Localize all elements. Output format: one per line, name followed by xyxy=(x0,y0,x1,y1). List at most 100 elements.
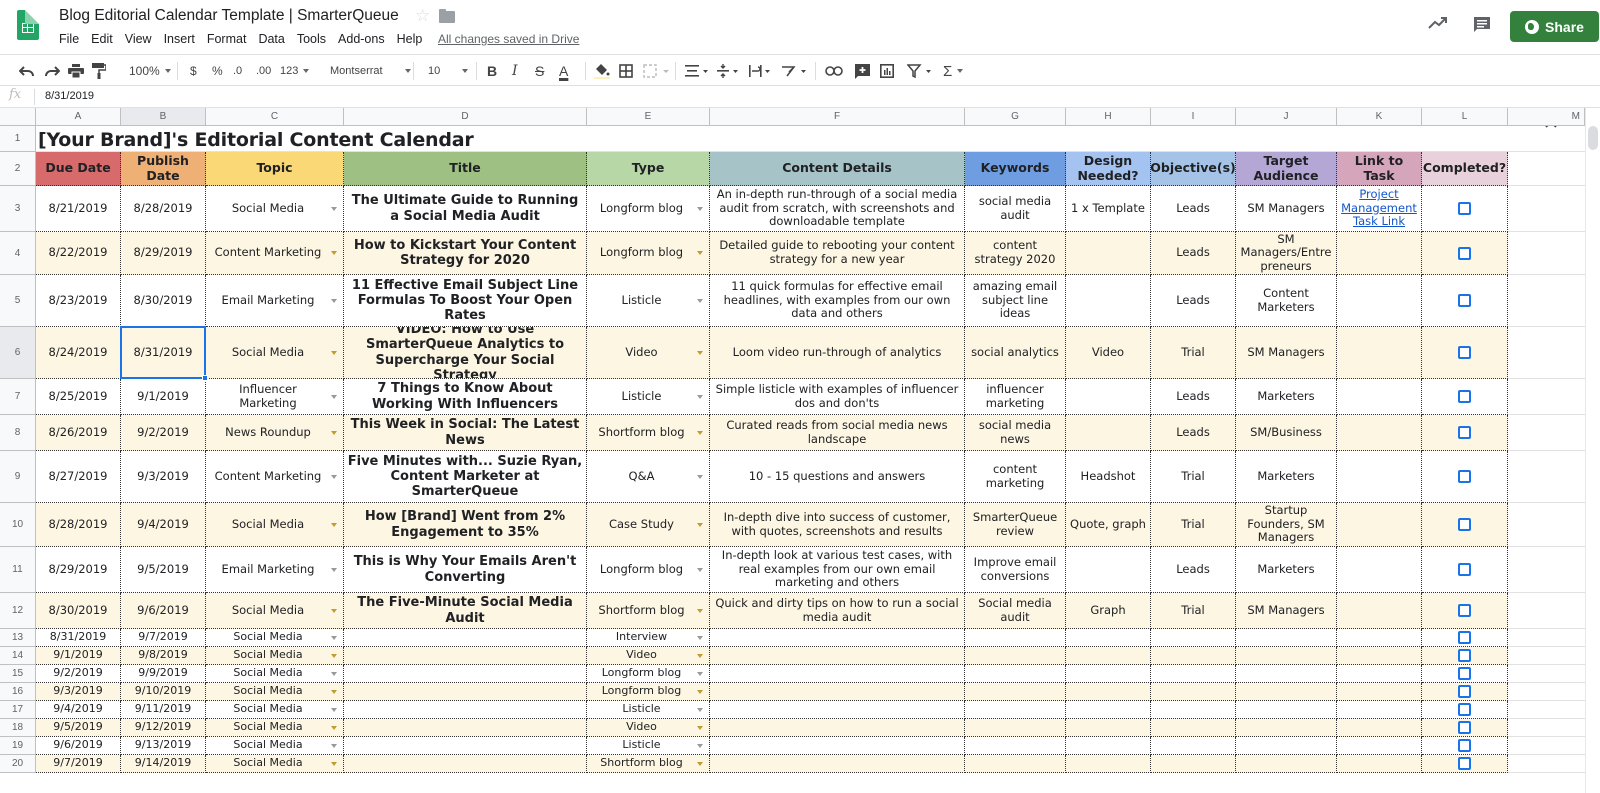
cell-due[interactable]: 8/25/2019 xyxy=(36,379,121,415)
dropdown-arrow-icon[interactable] xyxy=(697,608,703,613)
decrease-decimal-button[interactable]: .0 xyxy=(233,61,242,81)
cell-keywords[interactable]: influencer marketing xyxy=(965,379,1066,415)
cell-keywords[interactable] xyxy=(965,665,1066,683)
cell-link[interactable] xyxy=(1337,701,1422,719)
dropdown-arrow-icon[interactable] xyxy=(697,725,703,730)
cell-topic[interactable]: Social Media xyxy=(206,503,344,547)
cell-pub[interactable]: 9/5/2019 xyxy=(121,547,206,593)
cell-type[interactable]: Interview xyxy=(587,629,710,647)
cell-completed[interactable] xyxy=(1422,327,1508,379)
dropdown-arrow-icon[interactable] xyxy=(697,567,703,572)
dropdown-arrow-icon[interactable] xyxy=(697,635,703,640)
cell-audience[interactable] xyxy=(1236,629,1337,647)
cell-details[interactable]: Detailed guide to rebooting your content… xyxy=(710,232,965,275)
dropdown-arrow-icon[interactable] xyxy=(331,567,337,572)
column-header-h[interactable]: H xyxy=(1066,108,1151,126)
select-all-corner[interactable] xyxy=(0,108,36,126)
bold-button[interactable]: B xyxy=(487,61,497,81)
cell-keywords[interactable] xyxy=(965,629,1066,647)
checkbox[interactable] xyxy=(1458,202,1471,215)
cell-audience[interactable]: Startup Founders, SM Managers xyxy=(1236,503,1337,547)
cell-completed[interactable] xyxy=(1422,451,1508,503)
cell-audience[interactable] xyxy=(1236,683,1337,701)
cell-details[interactable] xyxy=(710,755,965,773)
menu-insert[interactable]: Insert xyxy=(164,32,195,46)
font-family-select[interactable]: Montserrat xyxy=(330,61,411,81)
column-header-c[interactable]: C xyxy=(206,108,344,126)
checkbox[interactable] xyxy=(1458,246,1471,260)
cell-type[interactable]: Q&A xyxy=(587,451,710,503)
cell-design[interactable]: Headshot xyxy=(1066,451,1151,503)
cell-type[interactable]: Longform blog xyxy=(587,665,710,683)
cell-details[interactable]: Simple listicle with examples of influen… xyxy=(710,379,965,415)
cell-audience[interactable]: SM Managers xyxy=(1236,327,1337,379)
cell-completed[interactable] xyxy=(1422,665,1508,683)
column-header-e[interactable]: E xyxy=(587,108,710,126)
column-header-j[interactable]: J xyxy=(1236,108,1337,126)
row-header-11[interactable]: 11 xyxy=(0,547,36,593)
fill-handle[interactable] xyxy=(202,375,208,381)
cell-due[interactable]: 8/24/2019 xyxy=(36,327,121,379)
zoom-select[interactable]: 100% xyxy=(129,61,171,81)
cell-title[interactable] xyxy=(344,701,587,719)
checkbox[interactable] xyxy=(1458,703,1471,716)
horizontal-align-icon[interactable] xyxy=(685,61,709,81)
cell-pub[interactable]: 8/31/2019 xyxy=(121,327,206,379)
cell-pub[interactable]: 9/13/2019 xyxy=(121,737,206,755)
row-header-19[interactable]: 19 xyxy=(0,737,36,755)
cell-pub[interactable]: 9/6/2019 xyxy=(121,593,206,629)
star-icon[interactable]: ☆ xyxy=(415,6,430,26)
cell-title[interactable] xyxy=(344,737,587,755)
task-link[interactable]: Project Management Task Link xyxy=(1340,187,1418,229)
cell-objective[interactable]: Leads xyxy=(1151,547,1236,593)
cell-link[interactable] xyxy=(1337,327,1422,379)
borders-icon[interactable] xyxy=(619,61,633,81)
text-rotation-icon[interactable] xyxy=(781,61,809,81)
cell-due[interactable]: 8/29/2019 xyxy=(36,547,121,593)
row-header-15[interactable]: 15 xyxy=(0,665,36,683)
cell-details[interactable] xyxy=(710,737,965,755)
cell-topic[interactable]: Social Media xyxy=(206,719,344,737)
cell-objective[interactable] xyxy=(1151,737,1236,755)
cell-keywords[interactable] xyxy=(965,719,1066,737)
cell-title[interactable] xyxy=(344,683,587,701)
dropdown-arrow-icon[interactable] xyxy=(331,298,337,303)
dropdown-arrow-icon[interactable] xyxy=(697,251,703,255)
cell-due[interactable]: 8/26/2019 xyxy=(36,415,121,451)
cell-topic[interactable]: Social Media xyxy=(206,665,344,683)
dropdown-arrow-icon[interactable] xyxy=(331,761,337,766)
cell-design[interactable] xyxy=(1066,275,1151,327)
cell-due[interactable]: 8/31/2019 xyxy=(36,629,121,647)
vertical-scrollbar-thumb[interactable] xyxy=(1588,126,1598,150)
cell-link[interactable] xyxy=(1337,547,1422,593)
cell-details[interactable] xyxy=(710,719,965,737)
cell-topic[interactable]: Social Media xyxy=(206,755,344,773)
checkbox[interactable] xyxy=(1458,685,1471,698)
cell-design[interactable] xyxy=(1066,647,1151,665)
cell-objective[interactable]: Trial xyxy=(1151,593,1236,629)
cell-audience[interactable]: SM/Business xyxy=(1236,415,1337,451)
cell-audience[interactable]: Marketers xyxy=(1236,451,1337,503)
cell-title[interactable]: 7 Things to Know About Working With Infl… xyxy=(344,379,587,415)
menu-view[interactable]: View xyxy=(125,32,152,46)
cell-title[interactable]: VIDEO: How to Use SmarterQueue Analytics… xyxy=(344,327,587,379)
cell-title[interactable] xyxy=(344,647,587,665)
cell-completed[interactable] xyxy=(1422,629,1508,647)
cell-audience[interactable]: SM Managers xyxy=(1236,186,1337,232)
dropdown-arrow-icon[interactable] xyxy=(697,671,703,676)
cell-type[interactable]: Case Study xyxy=(587,503,710,547)
cell-link[interactable]: Project Management Task Link xyxy=(1337,186,1422,232)
cell-design[interactable] xyxy=(1066,415,1151,451)
document-title[interactable]: Blog Editorial Calendar Template | Smart… xyxy=(59,7,399,25)
cell-design[interactable] xyxy=(1066,232,1151,275)
column-header-f[interactable]: F xyxy=(710,108,965,126)
activity-trend-icon[interactable] xyxy=(1428,14,1448,35)
cell-completed[interactable] xyxy=(1422,719,1508,737)
cell-keywords[interactable] xyxy=(965,647,1066,665)
cell-details[interactable]: 11 quick formulas for effective email he… xyxy=(710,275,965,327)
cell-keywords[interactable] xyxy=(965,683,1066,701)
cell-pub[interactable]: 9/12/2019 xyxy=(121,719,206,737)
checkbox[interactable] xyxy=(1458,294,1471,307)
cell-objective[interactable]: Leads xyxy=(1151,379,1236,415)
percent-format-button[interactable]: % xyxy=(212,61,223,81)
